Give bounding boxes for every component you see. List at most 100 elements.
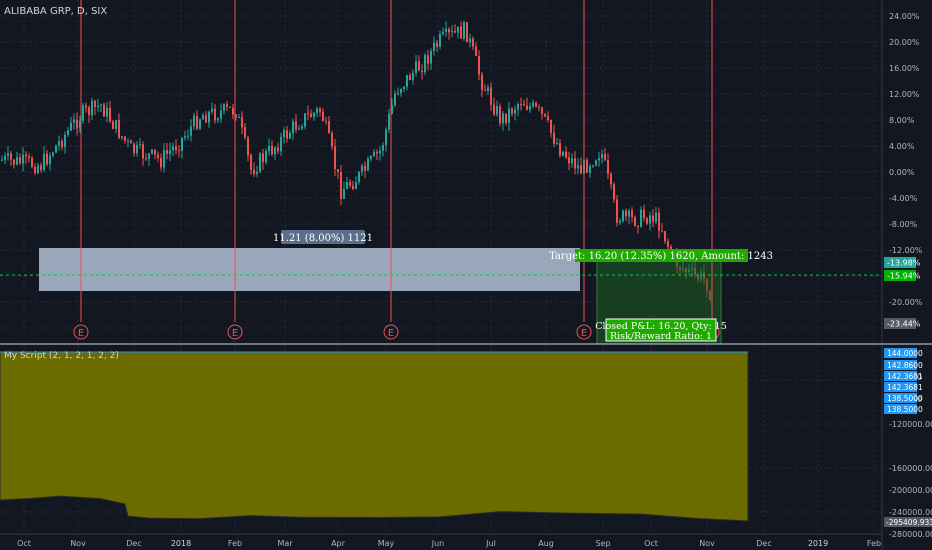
candle-body	[52, 152, 54, 156]
candle-body	[340, 172, 342, 199]
earnings-marker-3[interactable]: E	[383, 324, 399, 340]
candle-body	[592, 165, 594, 167]
price-label: 12.00%	[889, 90, 920, 99]
candle-body	[505, 113, 507, 124]
candle-body	[394, 93, 396, 106]
candle-body	[361, 165, 363, 172]
candle-body	[94, 100, 96, 107]
candle-body	[295, 121, 297, 130]
time-label: Aug	[538, 539, 554, 548]
candle-body	[163, 150, 165, 168]
measure-label[interactable]: 11.21 (8.00%) 1121	[273, 230, 373, 244]
target-label[interactable]: Target: 16.20 (12.35%) 1620, Amount: 124…	[549, 249, 773, 262]
candle-body	[310, 113, 312, 118]
candle-body	[13, 159, 15, 165]
candle-body	[448, 29, 450, 33]
candle-body	[493, 104, 495, 115]
measure-zone[interactable]	[39, 248, 580, 291]
candle-body	[97, 105, 99, 107]
candle-body	[487, 87, 489, 91]
candle-body	[304, 113, 306, 127]
candle-body	[136, 144, 138, 154]
chart-canvas[interactable]: E E E E E 11.21 (8.00%) 1121 Target: 16.…	[0, 0, 932, 550]
candle-body	[205, 115, 207, 123]
candle-body	[130, 140, 132, 144]
candle-body	[544, 113, 546, 117]
candle-body	[31, 157, 33, 167]
candle-body	[238, 117, 240, 119]
candle-body	[481, 74, 483, 91]
candle-body	[358, 171, 360, 183]
candle-body	[118, 119, 120, 138]
candle-body	[268, 145, 270, 151]
time-label: Oct	[644, 539, 658, 548]
candle-body	[229, 106, 231, 108]
candle-body	[10, 153, 12, 160]
candle-body	[424, 55, 426, 73]
candle-body	[409, 75, 411, 81]
indicator-scale-label: -120000.0000	[889, 420, 932, 429]
time-label: Sep	[595, 539, 610, 548]
candle-body	[631, 210, 633, 218]
candle-body	[16, 157, 18, 165]
indicator-scale[interactable]: 0 0 144.0000 142.8600 142.3681 142.3681 …	[884, 348, 932, 539]
candle-body	[643, 209, 645, 219]
candle-body	[478, 56, 480, 75]
candle-body	[562, 151, 564, 156]
time-label: Feb	[228, 539, 242, 548]
indicator-pane[interactable]: My Script (2, 1, 2, 1, 2, 2)	[0, 351, 749, 522]
candle-body	[523, 104, 525, 106]
candle-body	[589, 166, 591, 173]
earnings-marker-4[interactable]: E	[576, 324, 592, 340]
pnl-label[interactable]: Closed P&L: 16.20, Qty: 15 Risk/Reward R…	[595, 318, 727, 342]
candle-body	[574, 158, 576, 169]
candle-body	[637, 225, 639, 227]
candle-body	[70, 122, 72, 131]
earnings-marker-1[interactable]: E	[73, 324, 89, 340]
candle-body	[154, 149, 156, 155]
price-label: 8.00%	[889, 116, 915, 125]
indicator-scale-label: -160000.0000	[889, 464, 932, 473]
candle-body	[646, 218, 648, 224]
candle-body	[520, 104, 522, 106]
candle-body	[595, 160, 597, 166]
candle-body	[337, 169, 339, 173]
candle-body	[580, 165, 582, 174]
candle-body	[343, 189, 345, 199]
candle-body	[193, 115, 195, 127]
candle-body	[184, 135, 186, 138]
candle-body	[586, 159, 588, 173]
price-label: 4.00%	[889, 142, 915, 151]
indicator-badge: 138.5000	[884, 393, 923, 403]
candle-body	[367, 158, 369, 171]
price-badge-2: -15.94%	[884, 270, 921, 281]
time-axis[interactable]: Oct Nov Dec 2018 Feb Mar Apr May Jun Jul Aug Sep Oct…	[0, 533, 882, 548]
candle-body	[256, 172, 258, 174]
candle-body	[100, 104, 102, 106]
candle-body	[61, 140, 63, 147]
earnings-marker-2[interactable]: E	[227, 324, 243, 340]
candle-body	[622, 210, 624, 222]
indicator-last-value-badge: -295409.9339	[884, 517, 932, 527]
candle-body	[82, 105, 84, 121]
candle-body	[199, 119, 201, 129]
indicator-scale-label: -280000.0000	[889, 530, 932, 539]
candle-body	[316, 108, 318, 113]
svg-text:138.5000: 138.5000	[887, 405, 923, 414]
candle-body	[49, 155, 51, 165]
candle-body	[67, 130, 69, 135]
candle-body	[214, 108, 216, 121]
candle-body	[262, 153, 264, 163]
candle-body	[661, 230, 663, 232]
candle-body	[331, 133, 333, 147]
candle-body	[625, 210, 627, 217]
candle-body	[601, 153, 603, 159]
candle-body	[532, 102, 534, 107]
candle-body	[400, 89, 402, 94]
time-label: May	[378, 539, 395, 548]
candle-body	[19, 157, 21, 164]
indicator-badge: 144.0000	[884, 348, 923, 358]
candle-body	[172, 146, 174, 151]
earnings-e-text: E	[232, 328, 238, 339]
candle-body	[37, 165, 39, 173]
